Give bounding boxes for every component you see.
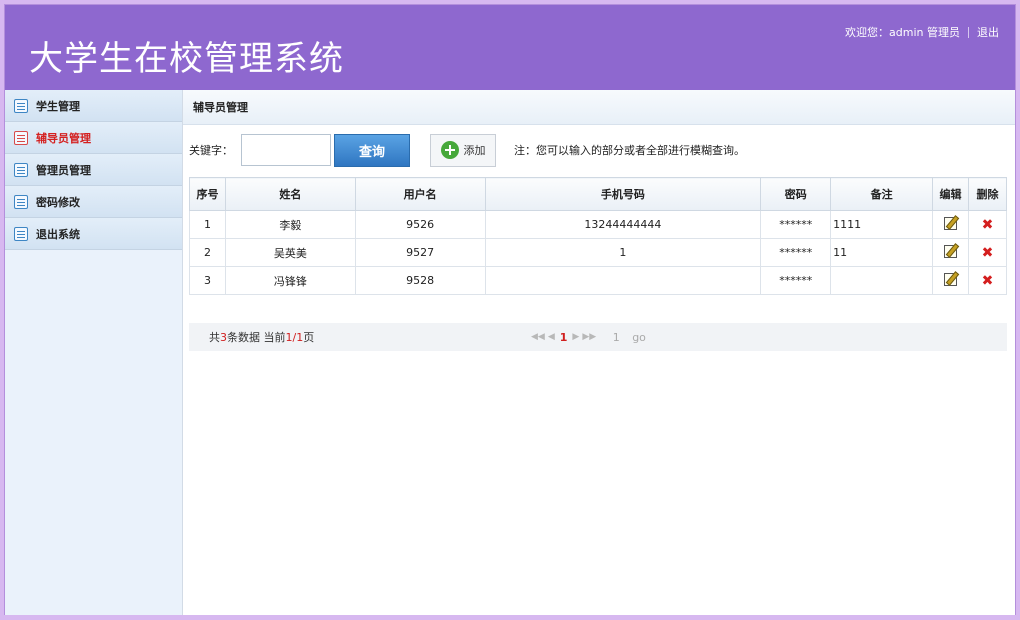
user-bar: 欢迎您：admin 管理员 退出: [845, 24, 999, 40]
list-icon: [14, 98, 28, 113]
total-count: 3: [220, 331, 227, 344]
sidebar-item-label: 退出系统: [36, 227, 80, 241]
column-header: 删除: [968, 177, 1007, 211]
first-page-icon[interactable]: ◀◀: [531, 332, 545, 342]
page-navigation: ◀◀ ◀ 1 ▶ ▶▶ go: [531, 330, 646, 344]
welcome-text: 欢迎您：admin 管理员: [845, 26, 960, 39]
column-header: 用户名: [354, 177, 486, 211]
table-row: 2 吴英美 9527 1 ****** 11 ✖: [189, 238, 1007, 267]
breadcrumb: 辅导员管理: [183, 90, 1015, 125]
list-icon: [14, 162, 28, 177]
sidebar-item-password[interactable]: 密码修改: [5, 186, 182, 218]
app-window: 大学生在校管理系统 欢迎您：admin 管理员 退出 学生管理 辅导员管理 管理…: [4, 4, 1016, 615]
edit-icon[interactable]: [944, 272, 958, 286]
header: 大学生在校管理系统 欢迎您：admin 管理员 退出: [5, 5, 1015, 90]
search-bar: 关键字： 查询 添加 注：您可以输入的部分或者全部进行模糊查询。: [189, 133, 1009, 167]
main-panel: 辅导员管理 关键字： 查询 添加 注：您可以输入的部分或者全部进行模糊查询。 序…: [183, 90, 1015, 615]
remark-cell: 1111: [830, 210, 934, 239]
edit-icon[interactable]: [944, 216, 958, 230]
column-header: 手机号码: [484, 177, 762, 211]
sidebar-item-label: 密码修改: [36, 195, 80, 209]
plus-icon: [440, 141, 459, 159]
list-icon: [14, 226, 28, 241]
delete-icon[interactable]: ✖: [982, 246, 994, 260]
sidebar-item-student[interactable]: 学生管理: [5, 90, 182, 122]
edit-cell: [932, 210, 969, 239]
pagination-bar: 共3条数据 当前1/1页 ◀◀ ◀ 1 ▶ ▶▶ go: [189, 323, 1007, 351]
name-cell: 吴英美: [224, 238, 356, 267]
next-page-icon[interactable]: ▶: [572, 332, 579, 342]
pagination-summary: 共3条数据 当前1/1页: [209, 329, 314, 345]
total-suffix: 页: [303, 331, 315, 344]
system-title: 大学生在校管理系统: [29, 39, 344, 79]
column-header: 序号: [189, 177, 226, 211]
list-icon: [14, 130, 28, 145]
keyword-label: 关键字：: [189, 144, 233, 157]
table-row: 3 冯锋锋 9528 ****** ✖: [189, 266, 1007, 295]
sidebar-item-admin[interactable]: 管理员管理: [5, 154, 182, 186]
page-title: 辅导员管理: [193, 101, 248, 114]
phone-cell: [484, 266, 762, 295]
search-button[interactable]: 查询: [334, 133, 410, 167]
go-button[interactable]: go: [632, 331, 646, 344]
phone-cell: 1: [484, 238, 762, 267]
add-button-label: 添加: [463, 144, 486, 157]
prev-page-icon[interactable]: ◀: [548, 332, 555, 342]
name-cell: 李毅: [224, 210, 356, 239]
delete-icon[interactable]: ✖: [982, 274, 994, 288]
table-row: 1 李毅 9526 13244444444 ****** 1111 ✖: [189, 210, 1007, 239]
username-cell: 9526: [354, 210, 486, 239]
table-header-row: 序号 姓名 用户名 手机号码 密码 备注 编辑 删除: [189, 177, 1007, 211]
column-header: 密码: [760, 177, 832, 211]
sidebar-item-exit[interactable]: 退出系统: [5, 218, 182, 250]
name-cell: 冯锋锋: [224, 266, 356, 295]
total-mid: 条数据 当前: [227, 331, 286, 344]
remark-cell: 11: [830, 238, 934, 267]
total-prefix: 共: [209, 331, 220, 344]
page-number[interactable]: 1: [560, 331, 568, 344]
row-number: 3: [189, 266, 226, 295]
divider: [968, 26, 969, 38]
sidebar-item-label: 管理员管理: [36, 163, 91, 177]
search-tip: 注：您可以输入的部分或者全部进行模糊查询。: [514, 144, 745, 157]
username-cell: 9528: [354, 266, 486, 295]
sidebar-item-label: 学生管理: [36, 99, 80, 113]
list-icon: [14, 194, 28, 209]
delete-cell: ✖: [968, 210, 1007, 239]
remark-cell: [830, 266, 934, 295]
username-cell: 9527: [354, 238, 486, 267]
password-cell: ******: [760, 238, 832, 267]
delete-icon[interactable]: ✖: [982, 218, 994, 232]
delete-cell: ✖: [968, 238, 1007, 267]
counselor-table: 序号 姓名 用户名 手机号码 密码 备注 编辑 删除 1 李毅 9526 132…: [189, 177, 1007, 295]
logout-link[interactable]: 退出: [977, 24, 999, 40]
current-page: 1: [285, 331, 293, 344]
row-number: 1: [189, 210, 226, 239]
sidebar-item-counselor[interactable]: 辅导员管理: [5, 122, 182, 154]
edit-icon[interactable]: [944, 244, 958, 258]
row-number: 2: [189, 238, 226, 267]
sidebar: 学生管理 辅导员管理 管理员管理 密码修改 退出系统: [5, 90, 183, 615]
column-header: 备注: [830, 177, 934, 211]
password-cell: ******: [760, 266, 832, 295]
column-header: 姓名: [224, 177, 356, 211]
add-button[interactable]: 添加: [430, 133, 496, 167]
last-page-icon[interactable]: ▶▶: [582, 332, 596, 342]
edit-cell: [932, 238, 969, 267]
page-jump-input[interactable]: [605, 330, 628, 344]
delete-cell: ✖: [968, 266, 1007, 295]
phone-cell: 13244444444: [484, 210, 762, 239]
password-cell: ******: [760, 210, 832, 239]
column-header: 编辑: [932, 177, 969, 211]
keyword-input[interactable]: [241, 134, 331, 166]
edit-cell: [932, 266, 969, 295]
sidebar-item-label: 辅导员管理: [36, 131, 91, 145]
